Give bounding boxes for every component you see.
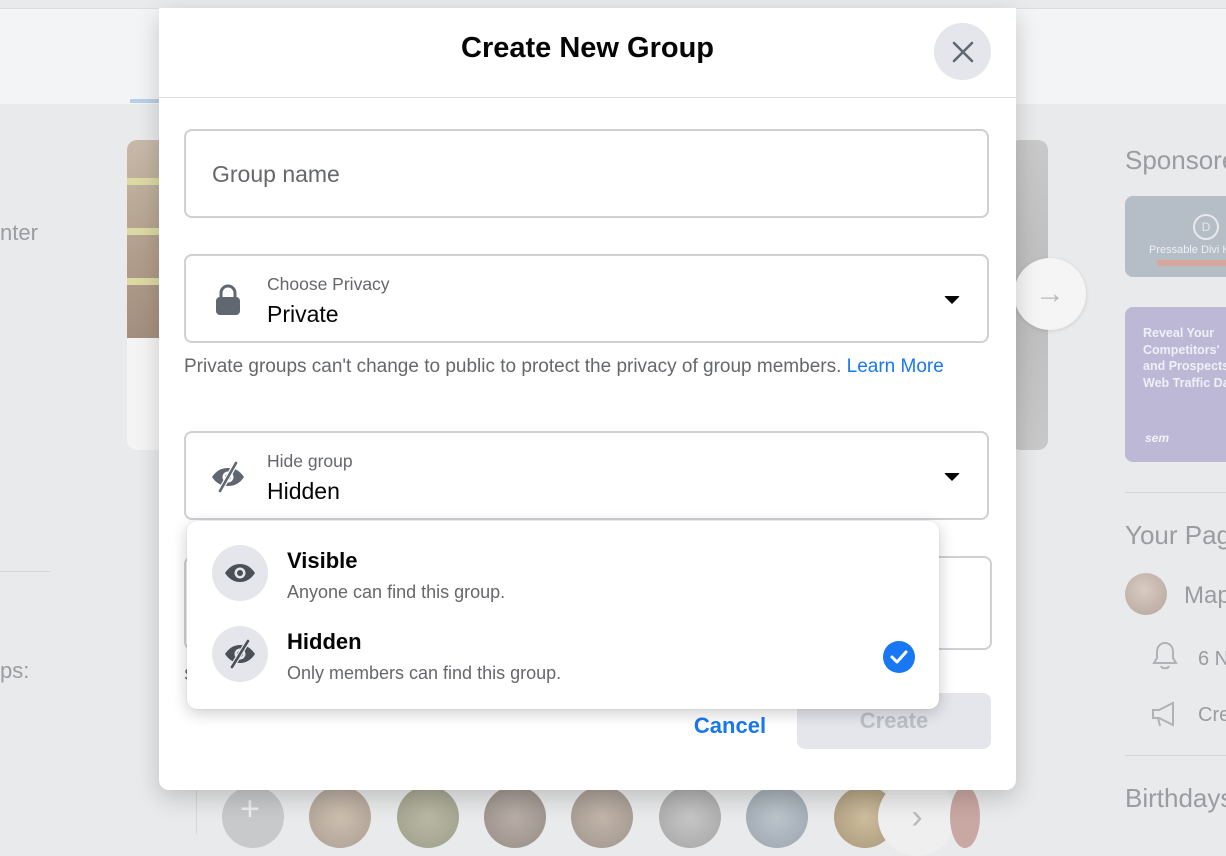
background-left-text: ps: bbox=[0, 658, 30, 683]
background-right-divider bbox=[1125, 492, 1226, 493]
privacy-value: Private bbox=[267, 301, 339, 327]
sponsored-ad: Reveal Your Competitors' and Prospects' … bbox=[1125, 307, 1226, 462]
eye-slash-icon bbox=[212, 626, 268, 682]
your-pages-heading: Your Pages bbox=[1125, 520, 1226, 550]
avatar bbox=[309, 786, 371, 848]
ad-brand: sem bbox=[1145, 431, 1170, 445]
option-visible[interactable]: Visible Anyone can find this group. bbox=[187, 521, 939, 602]
bell-icon bbox=[1150, 640, 1180, 679]
option-title: Visible bbox=[287, 548, 358, 573]
option-description: Anyone can find this group. bbox=[287, 582, 506, 602]
eye-slash-icon bbox=[208, 459, 248, 495]
caret-down-icon bbox=[944, 473, 960, 481]
ad-caption: Pressable Divi H bbox=[1149, 244, 1226, 256]
option-description: Only members can find this group. bbox=[287, 663, 562, 683]
option-hidden[interactable]: Hidden Only members can find this group. bbox=[187, 602, 939, 683]
create-promotion-text: Cre bbox=[1198, 704, 1226, 726]
avatar bbox=[950, 786, 980, 848]
avatar bbox=[484, 786, 546, 848]
avatar bbox=[1125, 573, 1167, 615]
hide-group-value: Hidden bbox=[267, 478, 340, 504]
close-icon bbox=[952, 41, 973, 62]
background-divider bbox=[196, 790, 197, 834]
lock-icon bbox=[208, 282, 248, 318]
notifications-count: 6 N bbox=[1198, 648, 1226, 670]
option-title: Hidden bbox=[287, 629, 362, 654]
sponsored-heading: Sponsored bbox=[1125, 145, 1226, 175]
megaphone-icon bbox=[1150, 700, 1182, 735]
caret-down-icon bbox=[944, 296, 960, 304]
learn-more-link[interactable]: Learn More bbox=[847, 356, 944, 377]
group-name-input[interactable] bbox=[210, 151, 954, 198]
birthdays-heading: Birthdays bbox=[1125, 783, 1226, 813]
background-left-divider bbox=[0, 571, 50, 572]
page-name: Map bbox=[1184, 582, 1226, 609]
avatar bbox=[571, 786, 633, 848]
ad-text: Reveal Your Competitors' and Prospects' … bbox=[1143, 326, 1226, 390]
privacy-note: Private groups can't change to public to… bbox=[184, 354, 984, 379]
eye-icon bbox=[212, 545, 268, 601]
selected-check-icon bbox=[883, 641, 915, 673]
hide-group-label: Hide group bbox=[267, 451, 353, 471]
hide-group-select[interactable]: Hide group Hidden bbox=[184, 431, 989, 520]
avatar bbox=[746, 786, 808, 848]
sponsored-ad: D Pressable Divi H bbox=[1125, 196, 1226, 277]
privacy-note-text: Private groups can't change to public to… bbox=[184, 356, 842, 377]
add-friend-circle: + bbox=[222, 786, 284, 848]
group-name-field[interactable] bbox=[184, 129, 989, 218]
privacy-label: Choose Privacy bbox=[267, 274, 390, 294]
ad-bar bbox=[1157, 260, 1226, 266]
ad-logo-icon: D bbox=[1193, 214, 1219, 240]
hide-group-dropdown: Visible Anyone can find this group. Hidd… bbox=[187, 521, 939, 709]
dialog-header: Create New Group bbox=[159, 8, 1016, 98]
background-left-text: nter bbox=[0, 220, 38, 245]
avatar bbox=[659, 786, 721, 848]
dialog-title: Create New Group bbox=[461, 32, 714, 64]
privacy-select[interactable]: Choose Privacy Private bbox=[184, 254, 989, 343]
avatar bbox=[397, 786, 459, 848]
close-button[interactable] bbox=[934, 23, 991, 80]
stories-next-button: → bbox=[1014, 258, 1086, 330]
background-right-divider bbox=[1125, 755, 1226, 756]
